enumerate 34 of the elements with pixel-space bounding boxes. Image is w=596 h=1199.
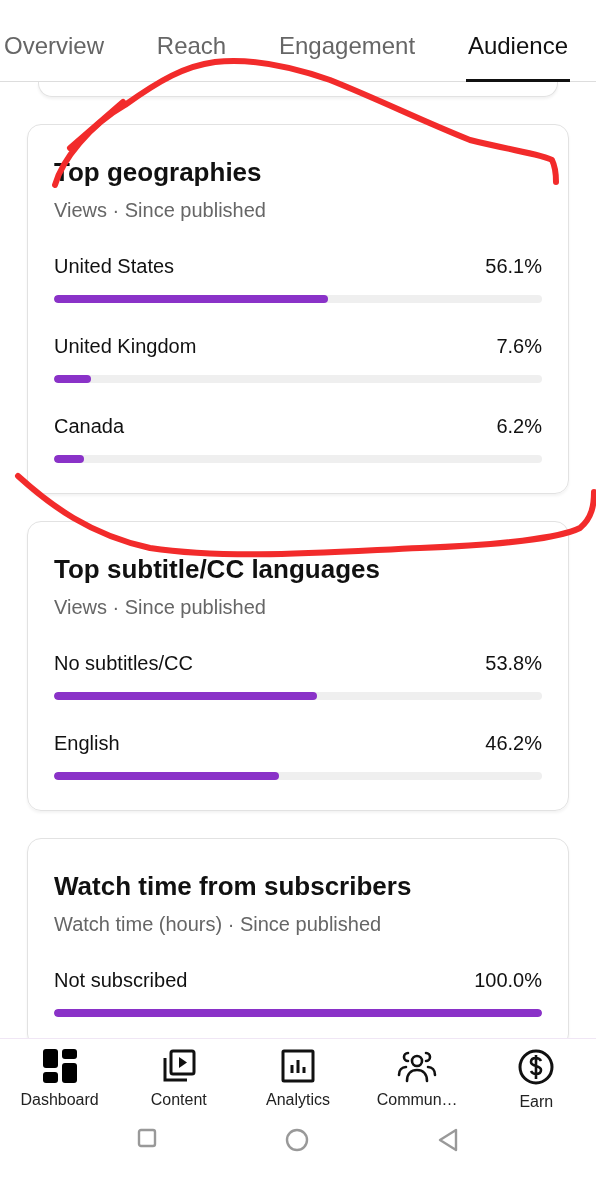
card-subtitle: Watch time (hours) · Since published [54, 912, 383, 937]
tab[interactable]: Audience [465, 0, 570, 82]
video-library-icon [161, 1049, 196, 1083]
tab[interactable]: Reach [154, 0, 229, 82]
card-title: Top subtitle/CC languages [54, 553, 381, 586]
row-value: 56.1% [485, 254, 542, 279]
tab[interactable]: Overview [2, 0, 107, 82]
row-label: Canada [54, 414, 125, 439]
card-title: Watch time from subscribers [54, 870, 413, 903]
row-value: 6.2% [496, 414, 542, 439]
card-subtitle: Views · Since published [54, 198, 267, 223]
dashboard-icon [42, 1049, 77, 1083]
row-label: English [54, 731, 120, 756]
home-icon[interactable] [285, 1128, 309, 1152]
row-value: 100.0% [474, 968, 542, 993]
row-label: Not subscribed [54, 968, 188, 993]
dollar-icon [518, 1049, 555, 1085]
row-value: 7.6% [496, 334, 542, 359]
row-label: United Kingdom [54, 334, 197, 359]
back-icon[interactable] [437, 1128, 459, 1152]
row-label: No subtitles/CC [54, 651, 193, 676]
nav-dashboard-button[interactable]: Dashboard [4, 1045, 115, 1113]
nav-earn-button[interactable]: Earn [481, 1045, 592, 1115]
nav-analytics-button[interactable]: Analytics [242, 1045, 353, 1113]
row-value: 53.8% [485, 651, 542, 676]
bar-chart-icon [280, 1049, 315, 1083]
nav-community-button[interactable]: Commun… [362, 1045, 473, 1113]
row-value: 46.2% [485, 731, 542, 756]
card-subtitle: Views · Since published [54, 595, 267, 620]
people-icon [397, 1049, 438, 1083]
recents-icon[interactable] [137, 1128, 157, 1148]
tab[interactable]: Engagement [277, 0, 418, 82]
nav-content-button[interactable]: Content [123, 1045, 234, 1113]
row-label: United States [54, 254, 175, 279]
